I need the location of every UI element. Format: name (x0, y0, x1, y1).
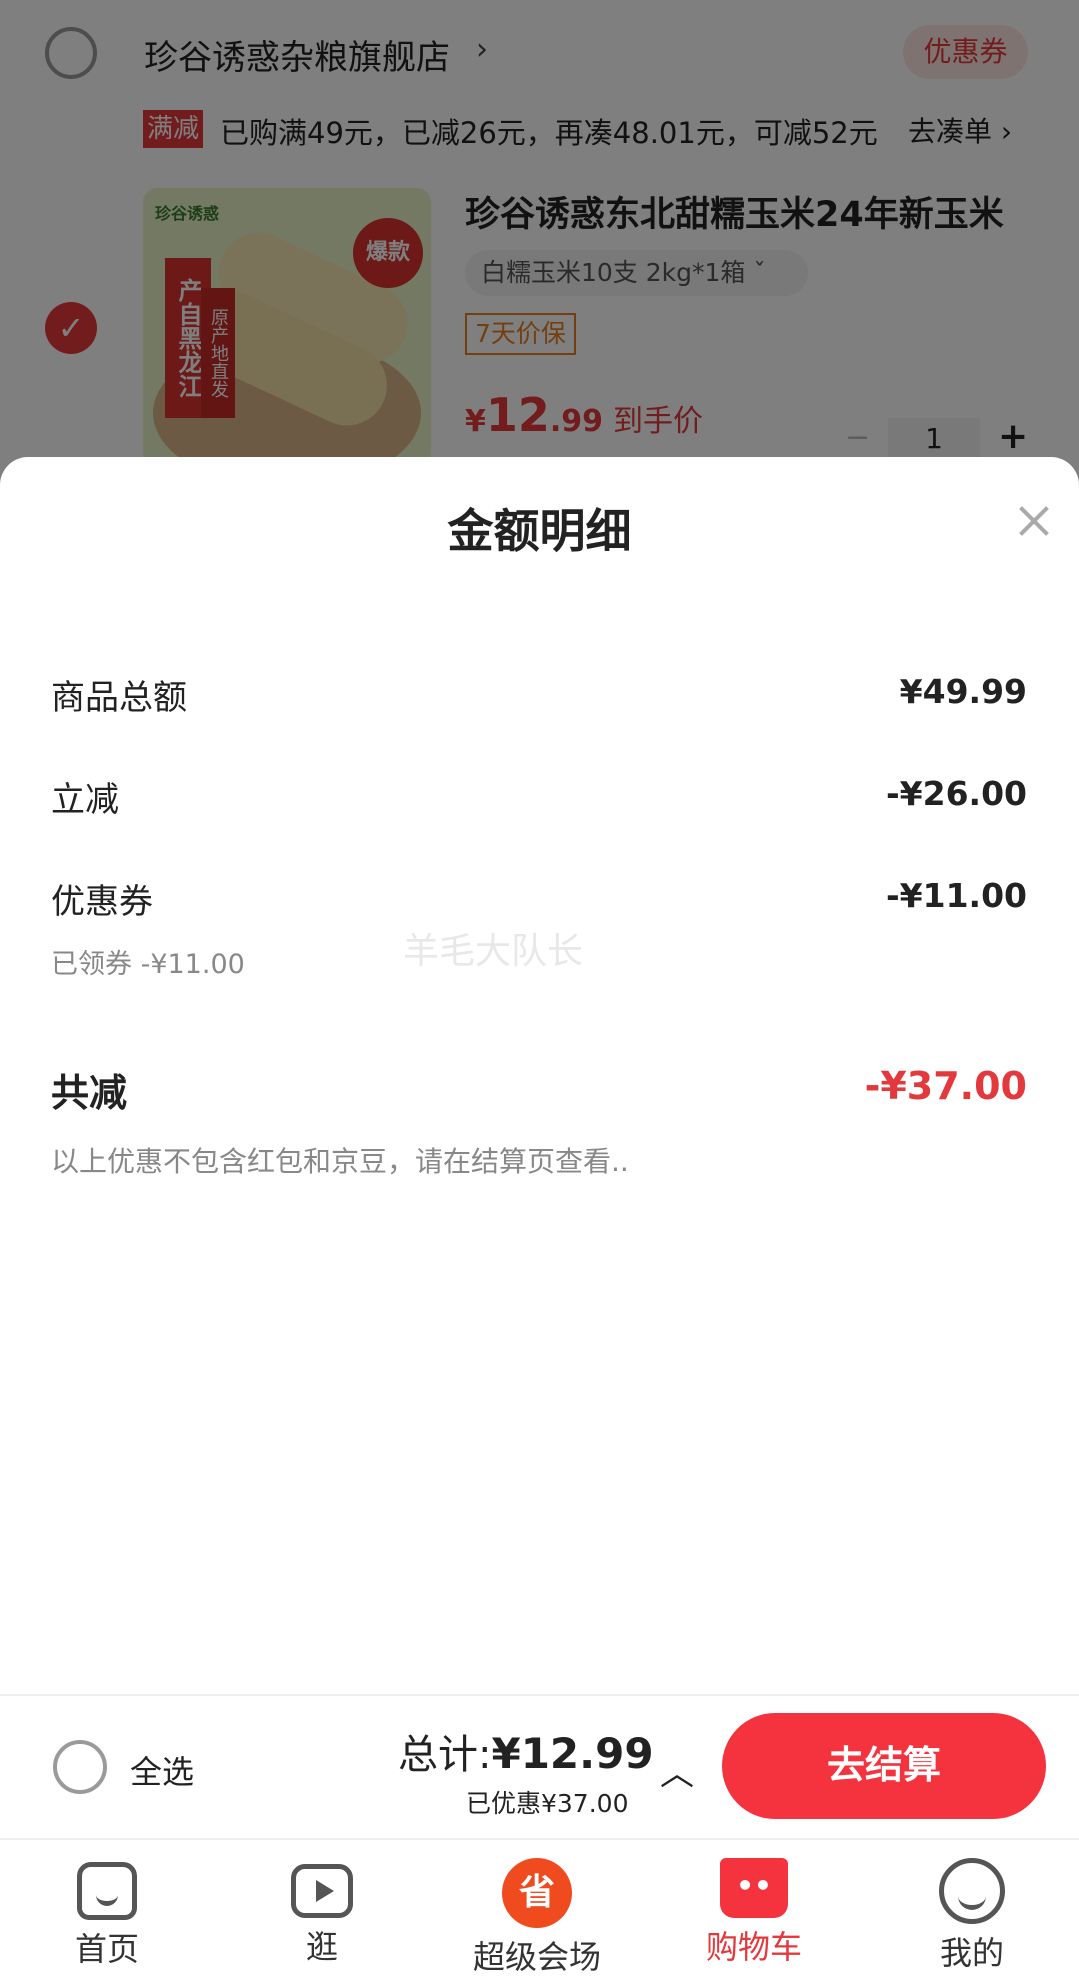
coupon-sub-detail: 已领券 -¥11.00 (51, 949, 245, 980)
tab-browse[interactable]: 逛 (242, 1848, 402, 1987)
home-icon (77, 1862, 137, 1920)
detail-row-value: -¥26.00 (885, 774, 1027, 813)
tab-label: 首页 (74, 1930, 139, 1968)
profile-icon (939, 1858, 1005, 1924)
sum-value: ¥12.99 (491, 1729, 654, 1778)
sheet-title: 金额明细 (447, 504, 632, 558)
detail-row-label: 立减 (51, 780, 119, 820)
tab-label: 超级会场 (472, 1938, 601, 1976)
chevron-up-icon[interactable]: ︿ (660, 1746, 694, 1795)
super-venue-icon: 省 (502, 1858, 572, 1928)
tab-label: 逛 (305, 1928, 338, 1966)
total-discount-value: -¥37.00 (864, 1064, 1027, 1108)
select-all-label[interactable]: 全选 (130, 1747, 194, 1793)
sum-prefix: 总计: (398, 1732, 492, 1778)
tab-super-venue[interactable]: 省 超级会场 (457, 1848, 617, 1987)
tab-label: 购物车 (705, 1928, 802, 1966)
tab-cart[interactable]: •• 购物车 (674, 1848, 834, 1987)
modal-overlay[interactable] (0, 0, 1079, 520)
tab-profile[interactable]: 我的 (892, 1848, 1052, 1987)
discount-note: 以上优惠不包含红包和京豆，请在结算页查看.. (51, 1145, 629, 1178)
detail-row-value: -¥11.00 (885, 876, 1027, 915)
saved-amount: 已优惠¥37.00 (466, 1789, 629, 1818)
detail-row-label: 商品总额 (51, 678, 187, 718)
watermark: 羊毛大队长 (403, 931, 584, 972)
tab-label: 我的 (939, 1934, 1004, 1972)
detail-row-value: ¥49.99 (899, 672, 1027, 711)
checkout-button[interactable]: 去结算 (722, 1713, 1046, 1819)
tab-home[interactable]: 首页 (27, 1848, 187, 1987)
close-icon[interactable] (1016, 502, 1052, 538)
select-all-radio[interactable] (53, 1740, 107, 1794)
video-icon (291, 1864, 353, 1918)
total-sum: 总计:¥12.99 (398, 1722, 654, 1780)
cart-icon: •• (720, 1858, 788, 1918)
detail-row-label: 优惠券 (51, 882, 153, 922)
total-discount-label: 共减 (51, 1071, 128, 1115)
